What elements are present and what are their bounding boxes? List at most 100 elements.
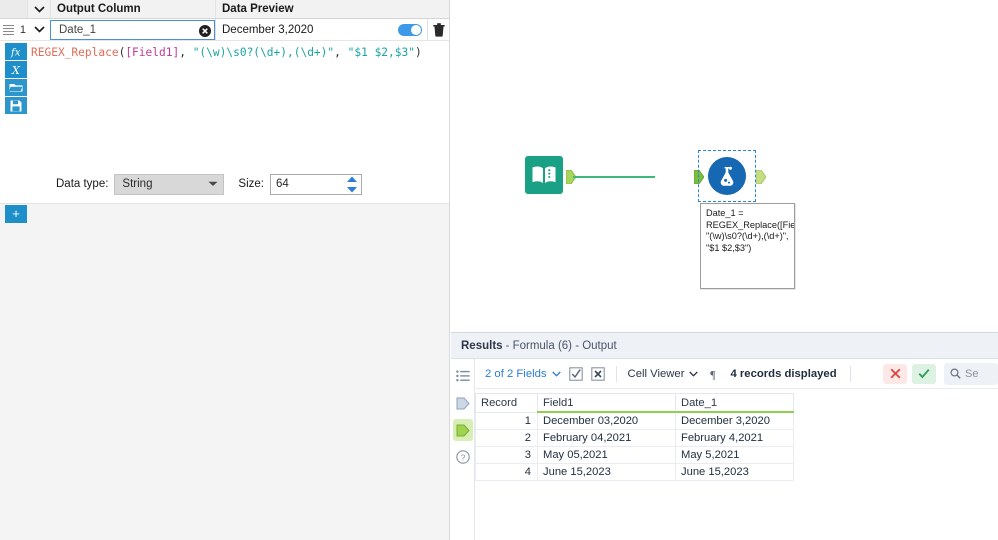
cell-field1: May 05,2021 xyxy=(537,446,676,464)
cell-field1: February 04,2021 xyxy=(537,429,676,447)
pilcrow-icon[interactable]: ¶ xyxy=(702,363,724,385)
node-annotation: Date_1 = REGEX_Replace([Field1], "(\w)\s… xyxy=(700,203,795,289)
flask-icon xyxy=(708,157,746,195)
formula-function-name: REGEX_Replace xyxy=(31,46,119,59)
size-field-wrap xyxy=(270,173,362,195)
table-row[interactable]: 2 February 04,2021 February 4,2021 xyxy=(475,429,794,447)
cell-record: 3 xyxy=(475,446,538,464)
connection-line[interactable] xyxy=(573,176,655,178)
select-all-fields-icon[interactable] xyxy=(565,363,587,385)
cell-record: 1 xyxy=(475,411,538,430)
cell-date1: May 5,2021 xyxy=(675,446,794,464)
table-row[interactable]: 3 May 05,2021 May 5,2021 xyxy=(475,446,794,464)
toolbar-divider-2 xyxy=(849,365,851,382)
table-header-row: Record Field1 Date_1 xyxy=(475,393,794,413)
formula-pattern-string: "(\w)\s0?(\d+),(\d+)" xyxy=(192,46,335,59)
cell-viewer-selector[interactable]: Cell Viewer xyxy=(624,368,703,380)
config-panel-filler xyxy=(0,223,449,540)
formula-close-paren: ) xyxy=(414,46,422,59)
data-type-value: String xyxy=(122,178,153,190)
results-side-rail: ? xyxy=(451,359,475,540)
table-row[interactable]: 4 June 15,2023 June 15,2023 xyxy=(475,463,794,481)
fields-selector-label: 2 of 2 Fields xyxy=(485,367,547,380)
formula-comma-1: , xyxy=(179,46,193,59)
variable-x-icon[interactable]: X xyxy=(5,61,27,78)
add-formula-button[interactable]: + xyxy=(5,204,27,223)
data-type-bar: Data type: String Size: xyxy=(0,169,449,199)
row-number: 1 xyxy=(19,23,26,36)
config-column-headers: Output Column Data Preview xyxy=(0,0,449,19)
formula-node[interactable] xyxy=(698,150,756,202)
formula-output-anchor-icon[interactable] xyxy=(756,170,766,184)
cell-date1: February 4,2021 xyxy=(675,429,794,447)
add-formula-row-bar: + xyxy=(0,203,449,223)
search-placeholder: Se xyxy=(965,367,979,380)
results-title-bar: Results - Formula (6) - Output xyxy=(451,333,998,359)
output-column-name-input[interactable] xyxy=(50,20,215,40)
data-type-label: Data type: xyxy=(56,178,109,190)
header-output-column: Output Column xyxy=(50,0,215,18)
row-expand-chevron-icon[interactable] xyxy=(28,19,50,40)
formula-comma-2: , xyxy=(334,46,348,59)
save-disk-icon[interactable] xyxy=(5,97,27,114)
output-column-name-wrap xyxy=(50,20,215,40)
results-table: Record Field1 Date_1 1 December 03,2020 … xyxy=(475,393,794,481)
fx-icon[interactable]: fx xyxy=(5,43,27,60)
quantity-stepper[interactable] xyxy=(346,176,358,193)
chevron-down-icon xyxy=(689,368,699,380)
column-header-record[interactable]: Record xyxy=(475,393,538,413)
header-gutter xyxy=(0,0,28,18)
formula-editor-area: fx X REGEX_Replace([Field1], "(\w)\s0?(\… xyxy=(0,41,449,141)
results-input-anchor-icon[interactable] xyxy=(453,392,473,414)
workflow-canvas[interactable]: Date_1 = REGEX_Replace([Field1], "(\w)\s… xyxy=(451,0,998,332)
cell-date1: June 15,2023 xyxy=(675,463,794,481)
cell-field1: December 03,2020 xyxy=(537,411,676,430)
formula-expression[interactable]: REGEX_Replace([Field1], "(\w)\s0?(\d+),(… xyxy=(28,41,449,141)
svg-text:?: ? xyxy=(460,452,465,462)
cell-viewer-label: Cell Viewer xyxy=(627,367,685,380)
valid-filter-button[interactable] xyxy=(912,363,936,384)
results-list-icon[interactable] xyxy=(453,365,473,387)
app-root: Output Column Data Preview 1 Date_1 Dece… xyxy=(0,0,998,540)
chevron-down-icon xyxy=(551,368,561,380)
formula-tool-rail: fx X xyxy=(0,41,28,141)
open-folder-icon[interactable] xyxy=(5,79,27,96)
fields-selector[interactable]: 2 of 2 Fields xyxy=(481,368,565,380)
data-preview-value: December 3,2020 xyxy=(215,19,393,40)
header-actions-spacer xyxy=(417,0,449,18)
results-help-icon[interactable]: ? xyxy=(453,446,473,468)
text-input-node[interactable] xyxy=(525,156,563,194)
errors-filter-button[interactable] xyxy=(883,363,907,384)
svg-text:fx: fx xyxy=(10,47,21,58)
search-input[interactable]: Se xyxy=(944,362,998,385)
cell-field1: June 15,2023 xyxy=(537,463,676,481)
formula-config-panel: Output Column Data Preview 1 Date_1 Dece… xyxy=(0,0,450,540)
svg-text:X: X xyxy=(11,64,21,76)
header-collapse-chevron-icon[interactable] xyxy=(28,0,50,18)
results-label: Results xyxy=(461,339,503,352)
delete-row-button[interactable] xyxy=(427,19,449,40)
svg-text:¶: ¶ xyxy=(711,367,717,381)
row-enable-toggle[interactable] xyxy=(398,23,422,36)
column-header-date1[interactable]: Date_1 xyxy=(675,393,794,413)
table-row[interactable]: 1 December 03,2020 December 3,2020 xyxy=(475,411,794,430)
formula-field-ref: [Field1] xyxy=(125,46,180,59)
table-body: 1 December 03,2020 December 3,2020 2 Feb… xyxy=(475,411,794,481)
formula-row: 1 December 3,2020 xyxy=(0,19,449,41)
deselect-fields-icon[interactable] xyxy=(587,363,609,385)
cell-record: 2 xyxy=(475,429,538,447)
toolbar-divider xyxy=(615,365,617,382)
clear-icon[interactable] xyxy=(199,24,211,37)
chevron-down-icon xyxy=(208,178,218,190)
column-header-field1[interactable]: Field1 xyxy=(537,393,676,413)
formula-replacement-string: "$1 $2,$3" xyxy=(347,46,415,59)
size-label: Size: xyxy=(238,178,264,190)
cell-record: 4 xyxy=(475,463,538,481)
row-enable-toggle-cell xyxy=(393,19,427,40)
results-output-anchor-icon[interactable] xyxy=(452,419,473,441)
results-main: 2 of 2 Fields Cell Viewer ¶ 4 records di… xyxy=(475,359,998,540)
results-panel: Results - Formula (6) - Output ? 2 of 2 … xyxy=(451,332,998,540)
data-type-select[interactable]: String xyxy=(114,173,225,195)
header-data-preview: Data Preview xyxy=(215,0,417,18)
drag-handle-icon[interactable] xyxy=(0,19,16,40)
